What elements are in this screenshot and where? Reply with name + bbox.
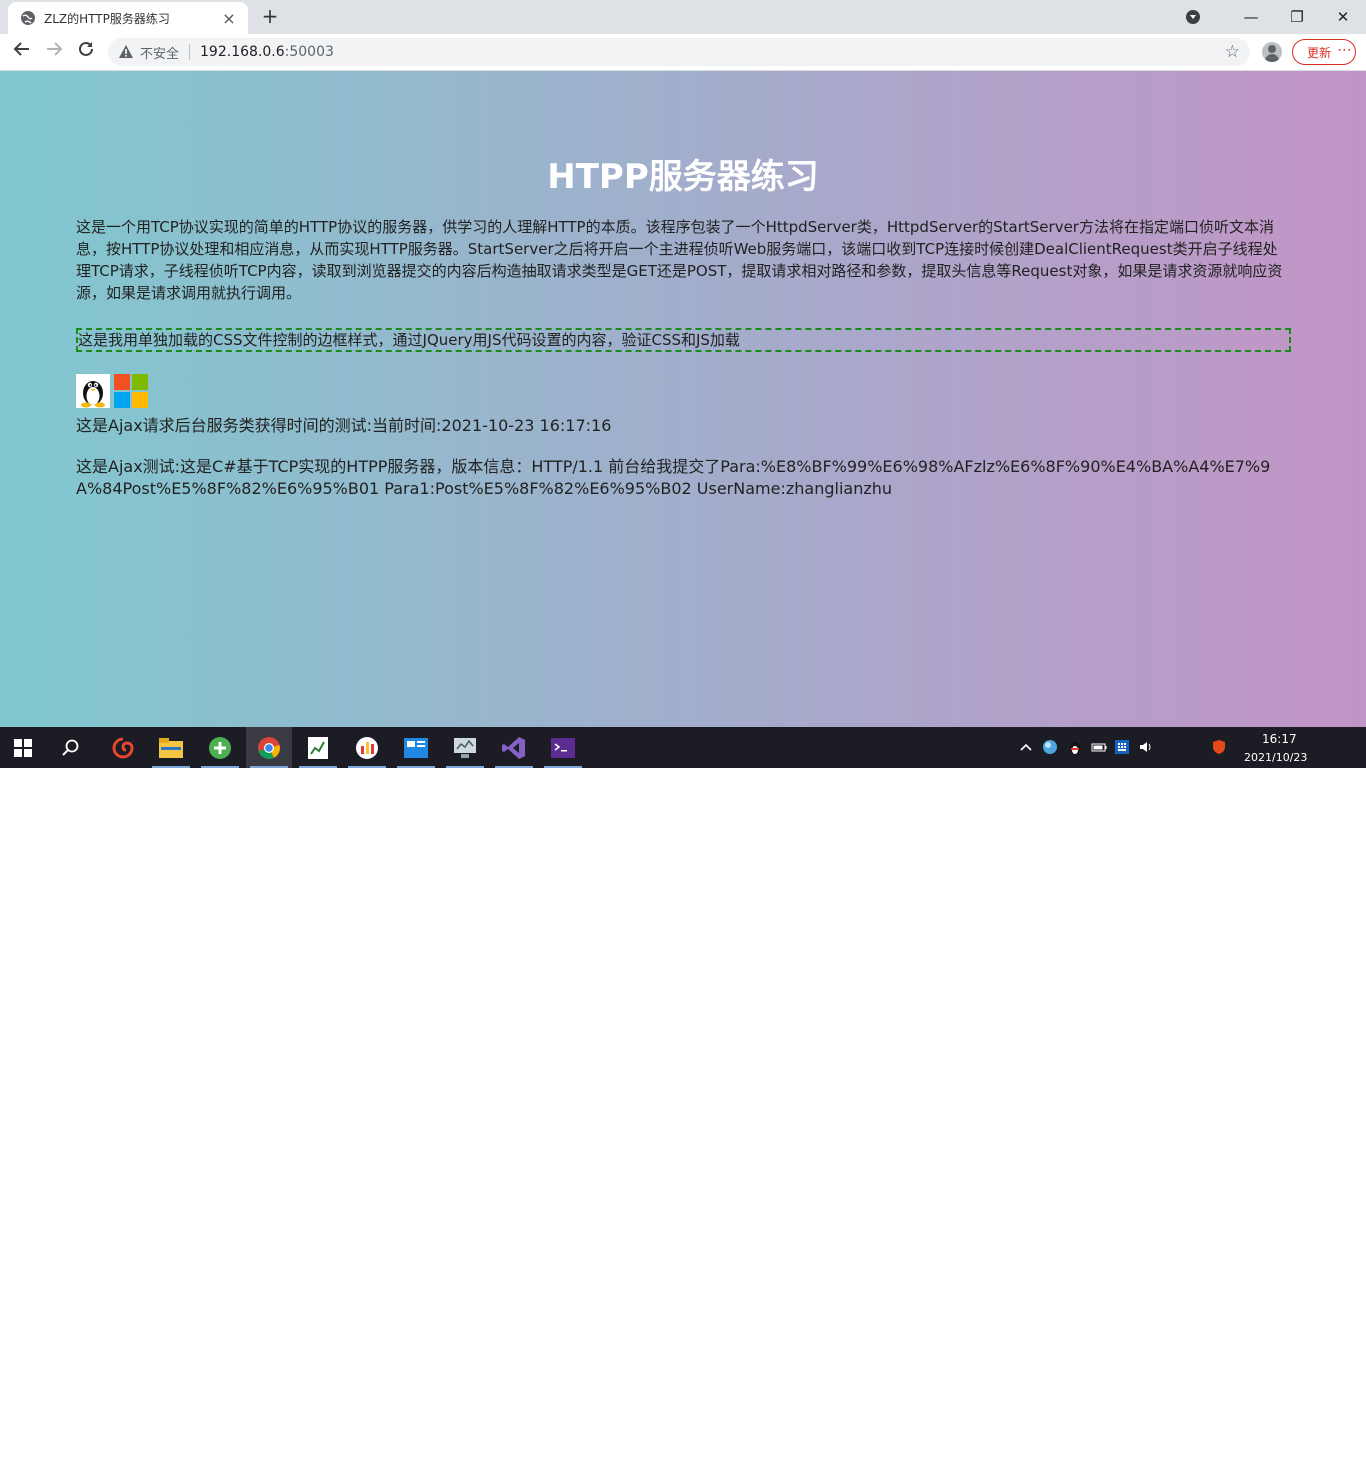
back-arrow-icon[interactable]	[10, 40, 34, 64]
tab-title: ZLZ的HTTP服务器练习	[44, 11, 170, 26]
bar-chart-app-icon[interactable]	[344, 727, 390, 768]
tab-search-icon[interactable]	[1186, 10, 1200, 24]
search-icon[interactable]	[48, 727, 94, 768]
minimize-button[interactable]: —	[1228, 0, 1274, 34]
bookmark-star-icon[interactable]: ☆	[1225, 42, 1240, 62]
ajax-time-text: 这是Ajax请求后台服务类获得时间的测试:当前时间:2021-10-23 16:…	[76, 416, 612, 435]
security-shield-icon[interactable]	[1211, 739, 1227, 755]
intro-paragraph: 这是一个用TCP协议实现的简单的HTTP协议的服务器，供学习的人理解HTTP的本…	[76, 218, 1283, 302]
page-title: HTPP服务器练习	[547, 157, 819, 197]
windows-logo-icon	[114, 374, 148, 408]
tab-strip: ZLZ的HTTP服务器练习 × + — ❐ ✕	[0, 0, 1366, 34]
new-tab-button[interactable]: +	[258, 5, 282, 29]
forward-arrow-icon[interactable]	[42, 40, 66, 64]
taskbar: CSDN @Walk in loosing	[0, 727, 1366, 1483]
url-host: 192.168.0.6	[200, 44, 285, 60]
keyboard-grid-icon[interactable]	[1114, 739, 1130, 755]
security-label[interactable]: 不安全	[140, 43, 179, 62]
close-window-button[interactable]: ✕	[1320, 0, 1366, 34]
volume-icon[interactable]	[1138, 739, 1154, 755]
restore-button[interactable]: ❐	[1274, 0, 1320, 34]
address-bar[interactable]: 不安全 192.168.0.6 :50003 ☆	[108, 38, 1250, 66]
update-button[interactable]: 更新 ⋮	[1292, 39, 1356, 65]
clock-time[interactable]: 16:17	[1262, 732, 1297, 746]
browser-tab[interactable]: ZLZ的HTTP服务器练习 ×	[8, 2, 248, 34]
menu-dots-icon: ⋮	[1336, 43, 1352, 57]
ajax-test-text: 这是Ajax测试:这是C#基于TCP实现的HTPP服务器，版本信息：HTTP/1…	[76, 457, 1271, 498]
notepad-app-icon[interactable]	[295, 727, 341, 768]
url-port: :50003	[284, 44, 334, 60]
linux-penguin-icon	[76, 374, 110, 408]
page-viewport: HTPP服务器练习 这是一个用TCP协议实现的简单的HTTP协议的服务器，供学习…	[0, 71, 1366, 727]
qq-penguin-icon[interactable]	[1067, 739, 1083, 755]
window-controls: — ❐ ✕	[1186, 0, 1366, 34]
css-dashed-box: 这是我用单独加载的CSS文件控制的边框样式，通过JQuery用JS代码设置的内容…	[76, 328, 1291, 352]
battery-icon[interactable]	[1091, 739, 1107, 755]
clock-date[interactable]: 2021/10/23	[1244, 751, 1307, 764]
logo-row	[76, 374, 148, 408]
reload-icon[interactable]	[74, 40, 98, 64]
warning-icon	[119, 45, 133, 58]
monitor-app-icon[interactable]	[442, 727, 488, 768]
terminal-app-icon[interactable]	[540, 727, 586, 768]
browser-toolbar: 不安全 192.168.0.6 :50003 ☆ 更新 ⋮	[0, 34, 1366, 71]
visual-studio-icon[interactable]	[491, 727, 537, 768]
app-swirl-icon[interactable]	[100, 727, 146, 768]
green-app-icon[interactable]	[197, 727, 243, 768]
file-explorer-icon[interactable]	[148, 727, 194, 768]
chrome-icon[interactable]	[246, 727, 292, 768]
close-tab-icon[interactable]: ×	[220, 9, 238, 28]
profile-avatar[interactable]	[1262, 42, 1282, 62]
start-windows-icon[interactable]	[0, 727, 46, 768]
csdn-watermark: CSDN @Walk in loosing	[1142, 1463, 1341, 1483]
address-separator	[189, 44, 191, 60]
update-label: 更新	[1307, 45, 1332, 60]
chevron-up-icon[interactable]	[1018, 739, 1034, 755]
network-globe-icon[interactable]	[1042, 739, 1058, 755]
remote-desktop-icon[interactable]	[393, 727, 439, 768]
globe-icon	[21, 11, 35, 25]
